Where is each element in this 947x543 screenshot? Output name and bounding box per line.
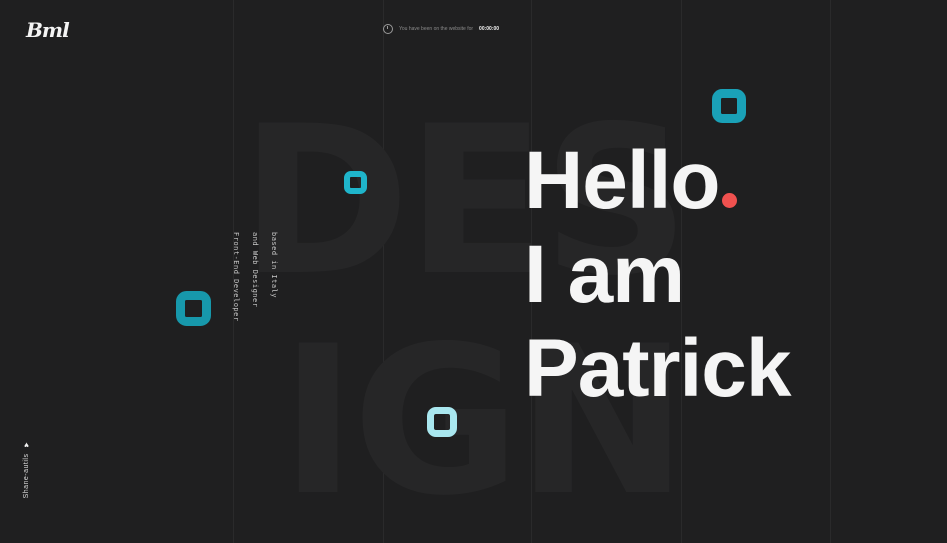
visit-timer: You have been on the website for 00:00:0… xyxy=(383,24,499,34)
hero-hello: Hello xyxy=(524,135,720,226)
hero-line-3: Patrick xyxy=(524,323,792,414)
clock-icon xyxy=(383,24,393,34)
page: DES IGN Bml You have been on the website… xyxy=(0,0,947,543)
hero-line-1: Hello xyxy=(524,134,791,228)
decorative-ring xyxy=(427,407,457,437)
visit-timer-label: You have been on the website for xyxy=(399,26,474,32)
decorative-ring xyxy=(344,171,367,194)
role-line: and Web Designer xyxy=(251,232,259,308)
decorative-ring xyxy=(176,291,211,326)
side-link-label: Shane-autils xyxy=(23,453,30,499)
role-line: based in Italy xyxy=(270,232,278,299)
visit-timer-value: 00:00:00 xyxy=(479,26,500,32)
decorative-ring xyxy=(712,89,746,123)
hero-line-2: I am xyxy=(524,229,685,320)
role-line: Front-End Developer xyxy=(232,232,240,322)
hero-heading: Hello I am Patrick xyxy=(524,134,792,416)
side-link[interactable]: Shane-autils ♥ xyxy=(22,440,31,498)
grid-line xyxy=(830,0,831,543)
accent-dot xyxy=(722,193,738,208)
site-logo[interactable]: Bml xyxy=(26,18,70,42)
heart-icon: ♥ xyxy=(22,440,31,450)
